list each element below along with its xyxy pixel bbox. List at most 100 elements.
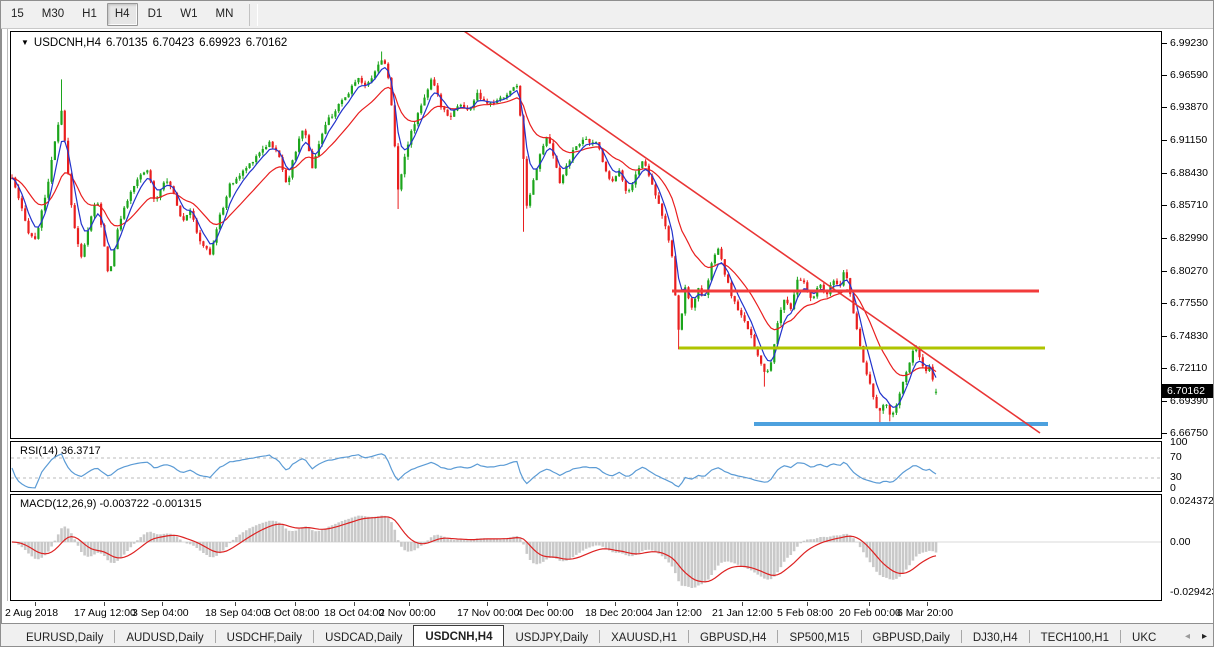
macd-axis-label: 0.024372	[1170, 494, 1214, 507]
time-axis-tick	[807, 602, 808, 606]
time-axis-label: 6 Mar 20:00	[897, 607, 954, 619]
toolbar-separator	[249, 3, 251, 26]
tab-tech100-h1[interactable]: TECH100,H1	[1030, 628, 1120, 646]
time-axis-tick	[35, 602, 36, 606]
price-axis-tick	[1162, 107, 1167, 109]
time-axis-label: 18 Dec 20:00	[585, 607, 648, 619]
chart-tabs: EURUSD,Daily AUDUSD,Daily USDCHF,Daily USDC…	[15, 625, 1167, 646]
time-axis-label: 4 Dec 00:00	[517, 607, 574, 619]
time-axis-tick	[162, 602, 163, 606]
time-axis-label: 3 Oct 08:00	[265, 607, 320, 619]
price-axis-label: 6.91150	[1170, 133, 1208, 146]
rsi-indicator-panel[interactable]: RSI(14) 36.3717	[10, 441, 1162, 492]
price-axis-label: 6.72110	[1170, 362, 1208, 375]
price-axis-tick	[1162, 270, 1167, 272]
tab-gbpusd-h4[interactable]: GBPUSD,H4	[689, 628, 777, 646]
timeframe-button-mn[interactable]: MN	[208, 3, 242, 26]
tab-xauusd-h1[interactable]: XAUUSD,H1	[600, 628, 688, 646]
time-axis-tick	[235, 602, 236, 606]
toolbar-separator-highlight	[257, 3, 259, 26]
time-axis-label: 20 Feb 00:00	[839, 607, 901, 619]
time-axis-tick	[409, 602, 410, 606]
timeframe-button-15[interactable]: 15	[3, 3, 32, 26]
chart-client-area: ▼ USDCNH,H4 6.70135 6.70423 6.69923 6.70162 R…	[1, 29, 1214, 623]
timeframe-button-h1[interactable]: H1	[74, 3, 105, 26]
price-axis-label: 6.85710	[1170, 199, 1208, 212]
macd-indicator-panel[interactable]: MACD(12,26,9) -0.003722 -0.001315	[10, 494, 1162, 601]
time-axis-tick	[615, 602, 616, 606]
timeframe-button-h4[interactable]: H4	[106, 3, 138, 26]
tab-audusd-daily[interactable]: AUDUSD,Daily	[115, 628, 214, 646]
window-frame-line	[7, 29, 8, 623]
tab-eurusd-daily[interactable]: EURUSD,Daily	[15, 628, 114, 646]
price-axis-tick	[1162, 335, 1167, 337]
price-axis-tick	[1162, 432, 1167, 434]
time-axis-label: 2 Nov 00:00	[379, 607, 436, 619]
macd-axis-label: -0.029423	[1170, 586, 1214, 599]
tab-dj30-h4[interactable]: DJ30,H4	[962, 628, 1029, 646]
timeframe-button-m30[interactable]: M30	[34, 3, 72, 26]
time-axis-label: 4 Jan 12:00	[647, 607, 702, 619]
price-axis-tick	[1162, 368, 1167, 370]
tab-scroll-arrows: ◂ ▸	[1185, 632, 1207, 642]
time-axis-tick	[742, 602, 743, 606]
timeframe-toolbar: 15 M30 H1 H4 D1 W1 MN	[1, 1, 1213, 29]
ohlc-high: 6.70423	[152, 37, 195, 49]
time-axis[interactable]: 2 Aug 2018 17 Aug 12:00 3 Sep 04:00 18 Sep …	[2, 601, 1162, 623]
time-axis-tick	[927, 602, 928, 606]
price-axis-tick	[1162, 237, 1167, 239]
price-axis-tick	[1162, 43, 1167, 44]
mt4-window: 15 M30 H1 H4 D1 W1 MN ▼ USDCNH,H4 6.70135 6.70423…	[0, 0, 1214, 647]
time-axis-label: 17 Nov 00:00	[457, 607, 520, 619]
price-axis-label: 6.80270	[1170, 264, 1208, 277]
price-axis-tick	[1162, 205, 1167, 207]
time-axis-tick	[677, 602, 678, 606]
price-axis[interactable]: 6.70162 6.99230 6.96590 6.93870 6.91150 6.88…	[1162, 29, 1214, 623]
timeframe-buttons: 15 M30 H1 H4 D1 W1 MN	[2, 3, 242, 26]
rsi-axis-label: 0	[1170, 482, 1176, 494]
tab-usdcnh-h4[interactable]: USDCNH,H4	[413, 625, 505, 646]
price-chart-panel[interactable]: ▼ USDCNH,H4 6.70135 6.70423 6.69923 6.70162	[10, 31, 1162, 439]
timeframe-button-w1[interactable]: W1	[172, 3, 205, 26]
rsi-chart-svg	[11, 453, 1161, 489]
ohlc-low: 6.69923	[199, 37, 241, 49]
chart-tabs-bar: EURUSD,Daily AUDUSD,Daily USDCHF,Daily USDC…	[1, 623, 1213, 646]
price-axis-label: 6.96590	[1170, 68, 1208, 81]
price-axis-tick	[1162, 139, 1167, 141]
tab-sp500-m15[interactable]: SP500,M15	[778, 628, 860, 646]
macd-label: MACD(12,26,9) -0.003722 -0.001315	[20, 498, 202, 510]
symbol-label: USDCNH,H4	[33, 37, 102, 49]
price-axis-tick	[1162, 74, 1167, 76]
tab-usdchf-daily[interactable]: USDCHF,Daily	[216, 628, 313, 646]
tab-usdcad-daily[interactable]: USDCAD,Daily	[314, 628, 413, 646]
price-axis-tick	[1162, 303, 1167, 305]
tab-gbpusd-daily[interactable]: GBPUSD,Daily	[862, 628, 961, 646]
candlestick-chart-svg	[11, 32, 1048, 434]
time-axis-label: 18 Oct 04:00	[324, 607, 385, 619]
macd-axis-label: 0.00	[1170, 536, 1191, 548]
price-axis-label: 6.77550	[1170, 297, 1208, 310]
tab-usdjpy-daily[interactable]: USDJPY,Daily	[504, 628, 599, 646]
price-axis-label: 6.74830	[1170, 329, 1208, 342]
time-axis-label: 2 Aug 2018	[5, 607, 59, 619]
time-axis-tick	[869, 602, 870, 606]
ohlc-close: 6.70162	[245, 37, 288, 49]
price-axis-label: 6.88430	[1170, 166, 1208, 179]
ohlc-open: 6.70135	[106, 37, 148, 49]
price-axis-label: 6.93870	[1170, 101, 1208, 114]
symbol-ohlc-line: ▼ USDCNH,H4 6.70135 6.70423 6.69923 6.70162	[21, 37, 287, 49]
symbol-dropdown-icon[interactable]: ▼	[21, 38, 29, 47]
time-axis-label: 21 Jan 12:00	[712, 607, 773, 619]
price-axis-label: 6.82990	[1170, 231, 1208, 244]
timeframe-button-d1[interactable]: D1	[140, 3, 171, 26]
tab-scroll-left-icon[interactable]: ◂	[1185, 632, 1190, 642]
time-axis-tick	[547, 602, 548, 606]
current-price-tag: 6.70162	[1162, 384, 1213, 398]
time-axis-label: 17 Aug 12:00	[74, 607, 136, 619]
time-axis-tick	[295, 602, 296, 606]
rsi-axis-label: 100	[1170, 436, 1188, 448]
time-axis-label: 5 Feb 08:00	[777, 607, 834, 619]
time-axis-tick	[487, 602, 488, 606]
tab-scroll-right-icon[interactable]: ▸	[1202, 632, 1207, 642]
tab-ukc[interactable]: UKC	[1121, 628, 1167, 646]
